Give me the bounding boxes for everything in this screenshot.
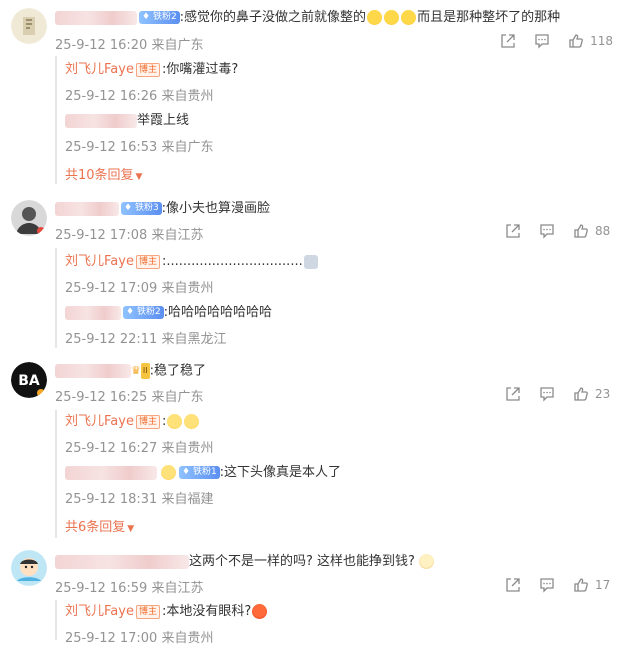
comment-meta: 25-9-12 16:25 来自广东 (55, 390, 204, 405)
reply-meta: 25-9-12 22:11 来自黑龙江 (65, 332, 227, 347)
angry-emoji-icon (252, 604, 268, 619)
more-replies-link[interactable]: 共10条回复 ▼ (65, 164, 142, 183)
reply-text: :本地没有眼科? (161, 604, 252, 619)
comment-text-tail: 而且是那种整坏了的那种 (417, 10, 561, 25)
vip-badge: II (140, 363, 150, 379)
fan-badge: ♦ 铁粉1 (179, 466, 220, 479)
speechless-emoji-icon (303, 254, 318, 269)
blogger-tag: 博主 (135, 414, 160, 429)
username-redacted[interactable] (65, 305, 121, 320)
reply-list: 刘飞儿Faye 博主:你嘴灌过毒? 25-9-12 16:26 来自贵州 举霞上线… (55, 56, 617, 184)
reply-text: :你嘴灌过毒? (161, 62, 239, 77)
reply-author[interactable]: 刘飞儿Faye (65, 414, 134, 429)
reply-meta: 25-9-12 16:27 来自贵州 (65, 441, 214, 456)
comment-actions: 88 (487, 223, 613, 239)
comment-text: 这两个不是一样的吗? 这样也能挣到钱? (189, 554, 415, 569)
comment-actions: 23 (487, 386, 613, 402)
reply-item: 举霞上线 (65, 113, 189, 129)
reply-item: 刘飞儿Faye 博主:本地没有眼科? (65, 604, 268, 620)
avatar[interactable] (11, 550, 47, 586)
username-redacted[interactable] (55, 364, 131, 378)
like-icon[interactable] (573, 223, 589, 239)
blogger-tag: 博主 (135, 604, 160, 619)
comment-text: :像小夫也算漫画脸 (161, 201, 271, 216)
reply-author[interactable]: 刘飞儿Faye (65, 254, 134, 269)
reply-list: 刘飞儿Faye 博主:..............................… (55, 248, 617, 348)
comment-icon[interactable] (534, 33, 550, 49)
comment-text: :感觉你的鼻子没做之前就像整的 (179, 10, 367, 25)
username-redacted[interactable] (55, 554, 189, 569)
reply-item: ♦ 铁粉1:这下头像真是本人了 (65, 465, 341, 481)
doge-emoji-icon (418, 554, 434, 569)
like-icon[interactable] (573, 386, 589, 402)
reply-meta: 25-9-12 16:26 来自贵州 (65, 89, 214, 104)
chevron-down-icon: ▼ (127, 524, 135, 534)
comment-feed: ♦ 铁粉2:感觉你的鼻子没做之前就像整的 而且是那种整坏了的那种 25-9-12 … (0, 0, 625, 646)
like-count: 23 (595, 387, 611, 401)
comment-meta: 25-9-12 17:08 来自江苏 (55, 228, 204, 243)
reply-text: : (161, 414, 167, 429)
blogger-tag: 博主 (135, 254, 160, 269)
share-icon[interactable] (505, 386, 521, 402)
comment-text: :稳了稳了 (149, 363, 206, 379)
reply-meta: 25-9-12 18:31 来自福建 (65, 492, 214, 507)
crying-emoji-icon (184, 414, 200, 429)
reply-text: :哈哈哈哈哈哈哈哈 (163, 305, 273, 320)
comment-actions: 118 (482, 33, 613, 49)
fan-badge: ♦ 铁粉3 (121, 202, 162, 215)
comment-actions: 17 (487, 577, 613, 593)
laugh-cry-emoji-icon (367, 10, 383, 25)
fan-emoji-icon (161, 465, 176, 480)
reply-list: 刘飞儿Faye 博主:本地没有眼科? 25-9-12 17:00 来自贵州 (55, 600, 617, 646)
reply-author[interactable]: 刘飞儿Faye (65, 62, 134, 77)
reply-item: 刘飞儿Faye 博主:你嘴灌过毒? (65, 62, 238, 78)
reply-text: :................................. (161, 254, 303, 269)
avatar[interactable] (11, 200, 47, 236)
avatar[interactable] (11, 8, 47, 44)
comment-icon[interactable] (539, 223, 555, 239)
reply-item: 刘飞儿Faye 博主: (65, 414, 200, 430)
comment-meta: 25-9-12 16:20 来自广东 (55, 38, 204, 53)
reply-list: 刘飞儿Faye 博主: 25-9-12 16:27 来自贵州 ♦ 铁粉1:这下头像… (55, 410, 617, 538)
like-icon[interactable] (568, 33, 584, 49)
like-count: 17 (595, 578, 611, 592)
reply-text: 举霞上线 (137, 113, 190, 128)
reply-text: :这下头像真是本人了 (219, 465, 342, 480)
avatar-text: BA (18, 373, 40, 389)
reply-meta: 25-9-12 16:53 来自广东 (65, 140, 214, 155)
reply-item: ♦ 铁粉2:哈哈哈哈哈哈哈哈 (65, 305, 272, 321)
like-icon[interactable] (573, 577, 589, 593)
laugh-cry-emoji-icon (401, 10, 417, 25)
laugh-cry-emoji-icon (384, 10, 400, 25)
username-redacted[interactable] (55, 201, 119, 216)
blogger-tag: 博主 (135, 62, 160, 77)
crown-icon: ♛ (131, 364, 141, 377)
comment-meta: 25-9-12 16:59 来自江苏 (55, 581, 204, 596)
more-replies-link[interactable]: 共6条回复 ▼ (65, 516, 134, 535)
reply-meta: 25-9-12 17:09 来自贵州 (65, 281, 214, 296)
username-redacted[interactable] (55, 10, 137, 25)
share-icon[interactable] (500, 33, 516, 49)
share-icon[interactable] (505, 223, 521, 239)
share-icon[interactable] (505, 577, 521, 593)
chevron-down-icon: ▼ (135, 172, 143, 182)
comment-icon[interactable] (539, 386, 555, 402)
reply-item: 刘飞儿Faye 博主:..............................… (65, 254, 319, 270)
fan-badge: ♦ 铁粉2 (139, 11, 180, 24)
like-count: 118 (590, 34, 613, 48)
reply-author[interactable]: 刘飞儿Faye (65, 604, 134, 619)
like-count: 88 (595, 224, 611, 238)
comment-icon[interactable] (539, 577, 555, 593)
username-redacted[interactable] (65, 465, 157, 480)
username-redacted[interactable] (65, 113, 137, 128)
fan-badge: ♦ 铁粉2 (123, 306, 164, 319)
crying-emoji-icon (167, 414, 183, 429)
avatar[interactable]: BA (11, 362, 47, 398)
